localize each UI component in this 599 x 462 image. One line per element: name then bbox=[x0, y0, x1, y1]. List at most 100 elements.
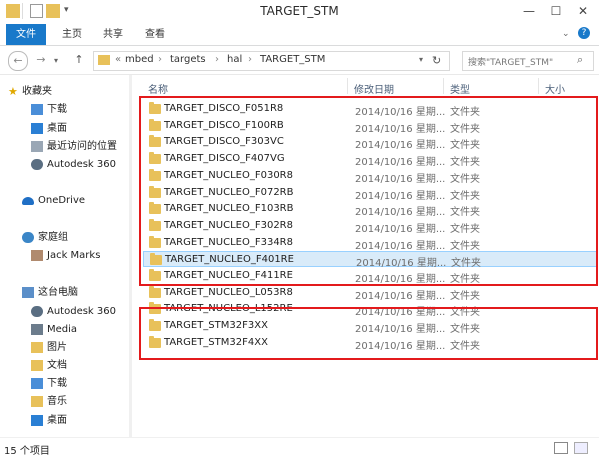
nav-label: 这台电脑 bbox=[38, 287, 78, 298]
details-view-icon[interactable] bbox=[554, 442, 568, 454]
nav-this-pc[interactable]: 这台电脑 bbox=[0, 284, 130, 301]
column-divider[interactable] bbox=[443, 78, 444, 94]
tab-share[interactable]: 共享 bbox=[93, 24, 133, 45]
breadcrumb-separator: › bbox=[215, 54, 219, 65]
breadcrumb-separator: › bbox=[248, 54, 252, 65]
breadcrumb-overflow[interactable]: « bbox=[115, 54, 121, 65]
column-header-name[interactable]: 名称 bbox=[148, 81, 168, 96]
nav-label: 家庭组 bbox=[38, 232, 68, 243]
ribbon-tabs: 文件 主页 共享 查看 ⌄ ? bbox=[0, 24, 599, 46]
nav-label: OneDrive bbox=[38, 195, 86, 206]
column-divider[interactable] bbox=[538, 78, 539, 94]
nav-label: 音乐 bbox=[47, 396, 67, 407]
folder-icon bbox=[149, 286, 161, 298]
downloads-icon bbox=[31, 104, 43, 115]
nav-label: 下载 bbox=[47, 104, 67, 115]
nav-label: 最近访问的位置 bbox=[47, 141, 117, 152]
window-title: TARGET_STM bbox=[260, 4, 339, 18]
desktop-icon bbox=[31, 415, 43, 426]
breadcrumb-target-stm[interactable]: TARGET_STM bbox=[260, 54, 325, 65]
desktop-icon bbox=[31, 123, 43, 134]
navigation-pane: ★ 收藏夹 下载 桌面 最近访问的位置 Autodesk 360 OneDriv… bbox=[0, 75, 131, 437]
breadcrumb-separator: › bbox=[158, 54, 162, 65]
expand-ribbon-icon[interactable]: ⌄ bbox=[562, 29, 570, 39]
search-placeholder: 搜索"TARGET_STM" bbox=[468, 58, 554, 68]
recent-locations-icon[interactable]: ▾ bbox=[54, 56, 58, 65]
close-button[interactable]: ✕ bbox=[569, 2, 597, 20]
onedrive-icon bbox=[22, 197, 34, 205]
nav-favorites[interactable]: ★ 收藏夹 bbox=[0, 83, 130, 100]
nav-label: Autodesk 360 bbox=[47, 159, 116, 170]
item-count: 15 个项目 bbox=[4, 446, 50, 457]
nav-jack-marks[interactable]: Jack Marks bbox=[0, 247, 130, 264]
nav-downloads[interactable]: 下载 bbox=[0, 101, 130, 118]
breadcrumb-targets[interactable]: targets bbox=[170, 54, 206, 65]
documents-icon bbox=[31, 360, 43, 371]
refresh-icon[interactable]: ↻ bbox=[432, 54, 441, 67]
address-dropdown-icon[interactable]: ▾ bbox=[419, 55, 423, 64]
maximize-button[interactable]: ☐ bbox=[542, 2, 570, 20]
nav-label: 下载 bbox=[47, 378, 67, 389]
nav-label: 收藏夹 bbox=[22, 86, 52, 97]
nav-onedrive[interactable]: OneDrive bbox=[0, 192, 130, 209]
address-bar[interactable]: « mbed › targets › hal › TARGET_STM ▾ ↻ bbox=[93, 51, 450, 71]
up-button[interactable]: ↑ bbox=[70, 51, 88, 69]
downloads-icon bbox=[31, 378, 43, 389]
recent-places-icon bbox=[31, 141, 43, 152]
nav-label: Autodesk 360 bbox=[47, 306, 116, 317]
forward-button[interactable]: → bbox=[32, 51, 50, 69]
title-bar: ▾ TARGET_STM — ☐ ✕ bbox=[0, 0, 599, 25]
tab-file[interactable]: 文件 bbox=[6, 24, 46, 45]
nav-recent[interactable]: 最近访问的位置 bbox=[0, 138, 130, 155]
large-icons-view-icon[interactable] bbox=[574, 442, 588, 454]
column-divider[interactable] bbox=[347, 78, 348, 94]
nav-label: 文档 bbox=[47, 360, 67, 371]
autodesk-icon bbox=[31, 306, 43, 317]
drive-icon bbox=[31, 324, 43, 335]
nav-pictures[interactable]: 图片 bbox=[0, 339, 130, 356]
breadcrumb-hal[interactable]: hal bbox=[227, 54, 242, 65]
navigation-bar: ← → ▾ ↑ « mbed › targets › hal › TARGET_… bbox=[0, 46, 599, 75]
pictures-icon bbox=[31, 342, 43, 353]
file-type: 文件夹 bbox=[450, 291, 480, 302]
nav-label: 桌面 bbox=[47, 415, 67, 426]
nav-music[interactable]: 音乐 bbox=[0, 393, 130, 410]
nav-documents[interactable]: 文档 bbox=[0, 357, 130, 374]
computer-icon bbox=[22, 287, 34, 298]
search-box[interactable]: 搜索"TARGET_STM" ⌕ bbox=[462, 51, 594, 71]
star-icon: ★ bbox=[8, 85, 18, 98]
nav-autodesk-favorite[interactable]: Autodesk 360 bbox=[0, 156, 130, 173]
status-bar: 15 个项目 bbox=[0, 437, 599, 462]
folder-icon bbox=[98, 55, 110, 65]
help-icon[interactable]: ? bbox=[578, 27, 590, 39]
music-icon bbox=[31, 396, 43, 407]
nav-pane-scrollbar[interactable] bbox=[129, 75, 132, 437]
column-header-size[interactable]: 大小 bbox=[545, 81, 565, 96]
breadcrumb-mbed[interactable]: mbed bbox=[125, 54, 154, 65]
autodesk-icon bbox=[31, 159, 43, 170]
file-row[interactable]: TARGET_NUCLEO_L053R8 2014/10/16 星期... 文件夹 bbox=[143, 285, 598, 302]
nav-label: Jack Marks bbox=[47, 250, 101, 261]
column-header-date[interactable]: 修改日期 bbox=[354, 81, 394, 96]
nav-desktop-pc[interactable]: 桌面 bbox=[0, 412, 130, 429]
highlight-box bbox=[139, 96, 598, 286]
nav-label: 图片 bbox=[47, 342, 67, 353]
back-button[interactable]: ← bbox=[8, 51, 28, 71]
homegroup-icon bbox=[22, 232, 34, 243]
highlight-box bbox=[139, 307, 598, 360]
avatar bbox=[31, 250, 43, 261]
column-header-row: 名称 修改日期 类型 大小 bbox=[140, 75, 599, 97]
nav-downloads-pc[interactable]: 下载 bbox=[0, 375, 130, 392]
nav-homegroup[interactable]: 家庭组 bbox=[0, 229, 130, 246]
nav-label: Media bbox=[47, 324, 78, 335]
tab-view[interactable]: 查看 bbox=[135, 24, 175, 45]
nav-desktop[interactable]: 桌面 bbox=[0, 120, 130, 137]
minimize-button[interactable]: — bbox=[515, 2, 543, 20]
column-header-type[interactable]: 类型 bbox=[450, 81, 470, 96]
file-name: TARGET_NUCLEO_L053R8 bbox=[164, 287, 293, 298]
nav-autodesk-pc[interactable]: Autodesk 360 bbox=[0, 303, 130, 320]
nav-label: 桌面 bbox=[47, 123, 67, 134]
nav-media[interactable]: Media bbox=[0, 321, 130, 338]
search-icon[interactable]: ⌕ bbox=[577, 53, 583, 67]
tab-home[interactable]: 主页 bbox=[52, 24, 92, 45]
